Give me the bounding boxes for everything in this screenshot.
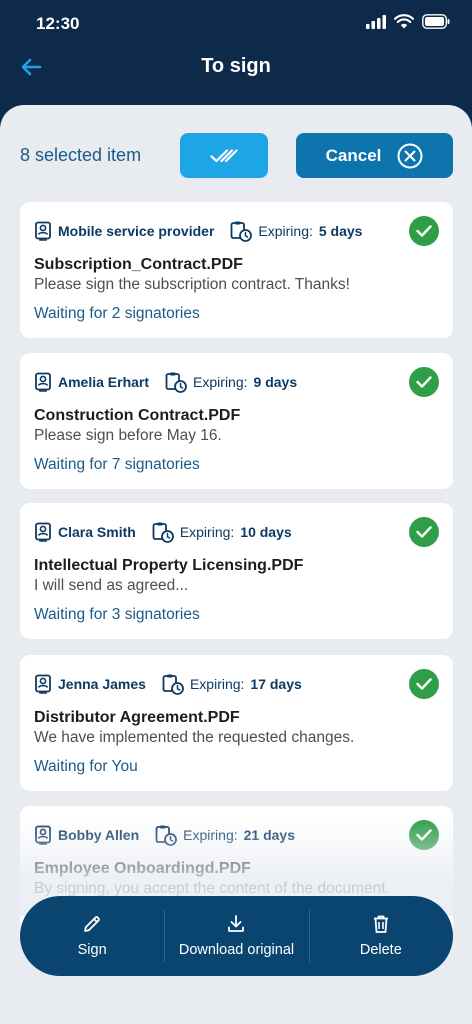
sender-name: Jenna James <box>58 676 146 692</box>
signatory-status-link[interactable]: Waiting for 7 signatories <box>34 456 200 474</box>
document-title: Intellectual Property Licensing.PDF <box>34 557 304 574</box>
status-time: 12:30 <box>36 14 80 33</box>
expiring-value: 21 days <box>243 827 295 843</box>
document-title: Construction Contract.PDF <box>34 407 241 424</box>
document-card[interactable]: Mobile service provider Expiring: 5 days Su… <box>20 202 453 338</box>
selected-check-button[interactable] <box>409 517 439 547</box>
expiry-clock-icon <box>155 824 178 846</box>
battery-icon <box>422 14 450 29</box>
expiring-label: Expiring: <box>183 827 238 843</box>
status-bar: 12:30 <box>0 0 472 48</box>
download-action-label: Download original <box>178 942 295 958</box>
check-icon <box>416 225 432 237</box>
download-icon <box>226 914 246 934</box>
expiry-clock-icon <box>165 371 187 393</box>
signatory-status-link[interactable]: Waiting for 3 signatories <box>34 606 200 624</box>
document-title: Employee Onboardingd.PDF <box>34 860 251 877</box>
expiring-value: 9 days <box>253 374 298 390</box>
selected-count: 8 selected item <box>20 145 142 165</box>
cancel-label: Cancel <box>325 145 382 165</box>
document-message: Please sign before May 16. <box>34 427 222 444</box>
sender-name: Mobile service provider <box>58 223 215 239</box>
trash-icon <box>371 914 391 934</box>
selected-check-button[interactable] <box>409 820 439 850</box>
check-icon <box>416 526 432 538</box>
expiring-label: Expiring: <box>189 676 245 692</box>
document-card[interactable]: Jenna James Expiring: 17 days Distributor A… <box>20 655 453 791</box>
select-all-button[interactable] <box>180 133 268 178</box>
selected-check-button[interactable] <box>409 367 439 397</box>
close-circle-icon <box>397 143 423 169</box>
expiry-clock-icon <box>162 673 184 695</box>
document-message: We have implemented the requested change… <box>34 729 355 746</box>
document-title: Distributor Agreement.PDF <box>34 709 240 726</box>
signatory-status-link[interactable]: Waiting for You <box>34 758 138 776</box>
sender-icon <box>34 674 52 694</box>
card-meta: Jenna James Expiring: 17 days <box>34 673 302 695</box>
sender-name: Bobby Allen <box>58 827 140 843</box>
check-icon <box>416 678 432 690</box>
expiring-label: Expiring: <box>258 223 313 239</box>
selection-bar: 8 selected item Cancel <box>0 105 472 205</box>
sender-icon <box>34 221 52 241</box>
card-meta: Bobby Allen Expiring: 21 days <box>34 824 295 846</box>
page-title: To sign <box>201 55 271 77</box>
card-meta: Amelia Erhart Expiring: 9 days <box>34 371 297 393</box>
double-check-icon <box>210 148 238 164</box>
delete-action-button[interactable]: Delete <box>308 896 453 976</box>
delete-action-label: Delete <box>359 942 402 958</box>
selected-check-button[interactable] <box>409 669 439 699</box>
check-icon <box>416 829 432 841</box>
cancel-button[interactable]: Cancel <box>296 133 453 178</box>
sender-name: Clara Smith <box>58 524 136 540</box>
document-message: I will send as agreed... <box>34 577 189 594</box>
download-original-button[interactable]: Download original <box>164 896 308 976</box>
sender-icon <box>34 522 52 542</box>
card-meta: Clara Smith Expiring: 10 days <box>34 521 292 543</box>
sign-action-button[interactable]: Sign <box>20 896 164 976</box>
wifi-icon <box>394 14 414 29</box>
expiry-clock-icon <box>152 521 174 543</box>
expiring-value: 5 days <box>318 223 363 239</box>
bulk-action-bar: Sign Download original Delete <box>20 896 453 976</box>
document-title: Subscription_Contract.PDF <box>34 256 243 273</box>
sender-icon <box>34 372 52 392</box>
document-card[interactable]: Clara Smith Expiring: 10 days Intellectual … <box>20 503 453 639</box>
sign-action-label: Sign <box>77 942 107 958</box>
expiring-label: Expiring: <box>179 524 235 540</box>
pencil-icon <box>82 914 102 934</box>
expiring-value: 10 days <box>240 524 292 540</box>
expiring-label: Expiring: <box>193 374 248 390</box>
document-message: Please sign the subscription contract. T… <box>34 276 350 293</box>
expiring-value: 17 days <box>250 676 302 692</box>
document-card[interactable]: Amelia Erhart Expiring: 9 days Construction… <box>20 353 453 489</box>
signatory-status-link[interactable]: Waiting for 2 signatories <box>34 305 200 323</box>
status-icons <box>366 14 450 29</box>
signal-icon <box>366 14 386 29</box>
selected-check-button[interactable] <box>409 216 439 246</box>
card-meta: Mobile service provider Expiring: 5 days <box>34 220 362 242</box>
check-icon <box>416 376 432 388</box>
sender-icon <box>34 825 52 845</box>
sender-name: Amelia Erhart <box>58 374 150 390</box>
expiry-clock-icon <box>230 220 253 242</box>
